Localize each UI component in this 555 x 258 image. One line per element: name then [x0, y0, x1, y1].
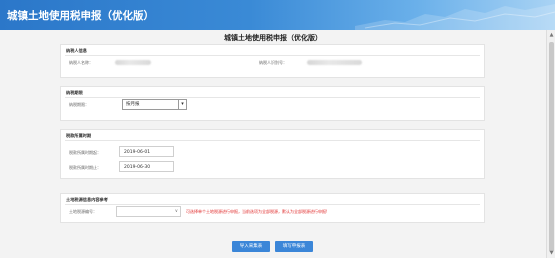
chevron-down-icon[interactable]: ∨	[175, 207, 178, 216]
land-source-label: 土地税源编号：	[69, 209, 97, 214]
section-divider	[65, 140, 480, 141]
tax-deadline-select[interactable]: 按月报 ▾	[122, 99, 187, 110]
period-end-field[interactable]: 2019-06-30	[119, 161, 174, 172]
fill-declaration-button[interactable]: 填写申报表	[275, 241, 313, 252]
tax-deadline-selected: 按月报	[126, 102, 140, 107]
chevron-down-icon[interactable]: ▾	[178, 100, 186, 109]
section-title: 土地税源信息内容参考	[66, 197, 108, 202]
scroll-down-icon[interactable]: ▼	[548, 250, 555, 257]
period-start-field[interactable]: 2019-06-01	[119, 146, 174, 157]
vertical-scrollbar[interactable]: ▲ ▼	[546, 30, 555, 258]
scroll-up-icon[interactable]: ▲	[548, 32, 555, 39]
taxpayer-name-label: 纳税人名称：	[69, 60, 93, 65]
tax-deadline-section: 纳税期限 纳税期限： 按月报 ▾	[60, 86, 485, 121]
section-title: 税款所属时期	[66, 133, 92, 138]
section-title: 纳税期限	[66, 90, 83, 95]
taxpayer-name-value	[115, 60, 151, 65]
app-header: 城镇土地使用税申报（优化版）	[0, 0, 555, 30]
land-source-section: 土地税源信息内容参考 土地税源编号： ∨ 可选择单个土地税源进行申报，当前选项为…	[60, 193, 485, 223]
land-source-warning: 可选择单个土地税源进行申报，当前选项为全部税源，默认为全部税源进行申报!	[186, 209, 328, 214]
tax-deadline-label: 纳税期限：	[69, 102, 89, 107]
app-title: 城镇土地使用税申报（优化版）	[7, 10, 154, 22]
page-title: 城镇土地使用税申报（优化版）	[224, 34, 322, 42]
taxpayer-id-value	[307, 60, 362, 65]
period-end-label: 税款所属时期止：	[69, 165, 101, 170]
import-button[interactable]: 导入采集表	[232, 241, 270, 252]
great-wall-decoration-icon	[355, 4, 555, 30]
section-divider	[65, 55, 480, 56]
section-divider	[65, 204, 480, 205]
period-start-label: 税款所属时期起：	[69, 150, 101, 155]
tax-period-section: 税款所属时期 税款所属时期起： 2019-06-01 税款所属时期止： 2019…	[60, 129, 485, 179]
taxpayer-info-section: 纳税人信息 纳税人名称： 纳税人识别号：	[60, 44, 485, 78]
scrollbar-thumb[interactable]	[549, 42, 554, 252]
section-divider	[65, 97, 480, 98]
land-source-select[interactable]: ∨	[116, 206, 181, 217]
section-title: 纳税人信息	[66, 48, 87, 53]
taxpayer-id-label: 纳税人识别号：	[259, 60, 287, 65]
